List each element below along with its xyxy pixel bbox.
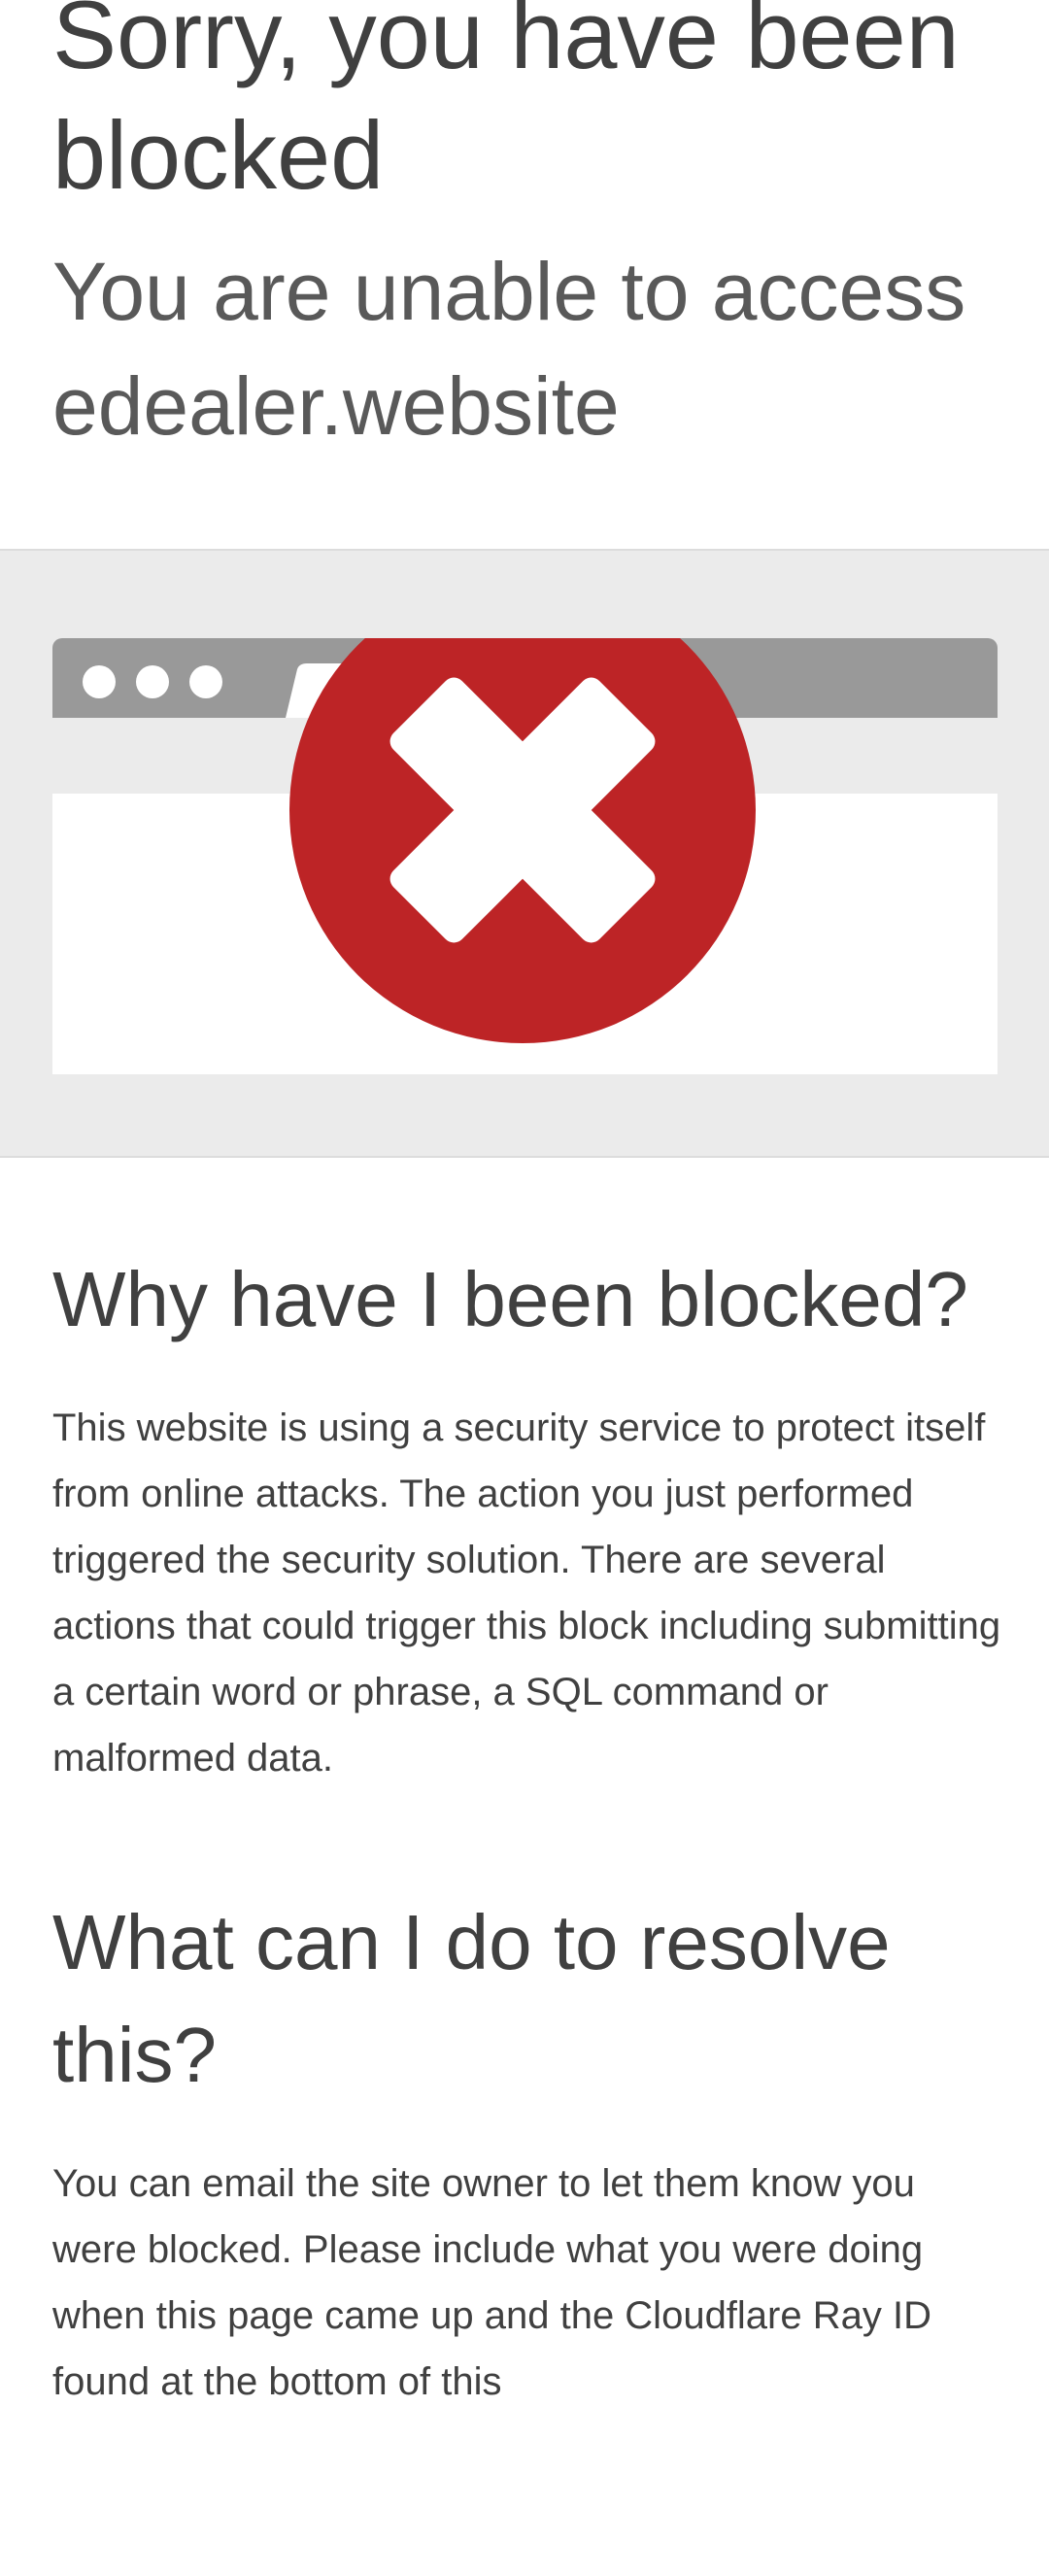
- main-content: Why have I been blocked? This website is…: [52, 1243, 1004, 2510]
- why-blocked-text: This website is using a security service…: [52, 1407, 1001, 1779]
- resolve-section: What can I do to resolve this? You can e…: [52, 1886, 1004, 2415]
- resolve-heading: What can I do to resolve this?: [52, 1899, 891, 2098]
- blocked-browser-illustration: [52, 638, 998, 1074]
- why-blocked-section: Why have I been blocked? This website is…: [52, 1243, 1004, 1791]
- why-blocked-heading: Why have I been blocked?: [52, 1256, 968, 1342]
- page-title: Sorry, you have been blocked: [52, 0, 960, 209]
- page-header: Sorry, you have been blocked You are una…: [0, 0, 1049, 549]
- illustration-band: [0, 549, 1049, 1158]
- resolve-text: You can email the site owner to let them…: [52, 2162, 931, 2403]
- blocked-page: Sorry, you have been blocked You are una…: [0, 0, 1049, 2576]
- page-subtitle: You are unable to access edealer.website: [52, 246, 966, 452]
